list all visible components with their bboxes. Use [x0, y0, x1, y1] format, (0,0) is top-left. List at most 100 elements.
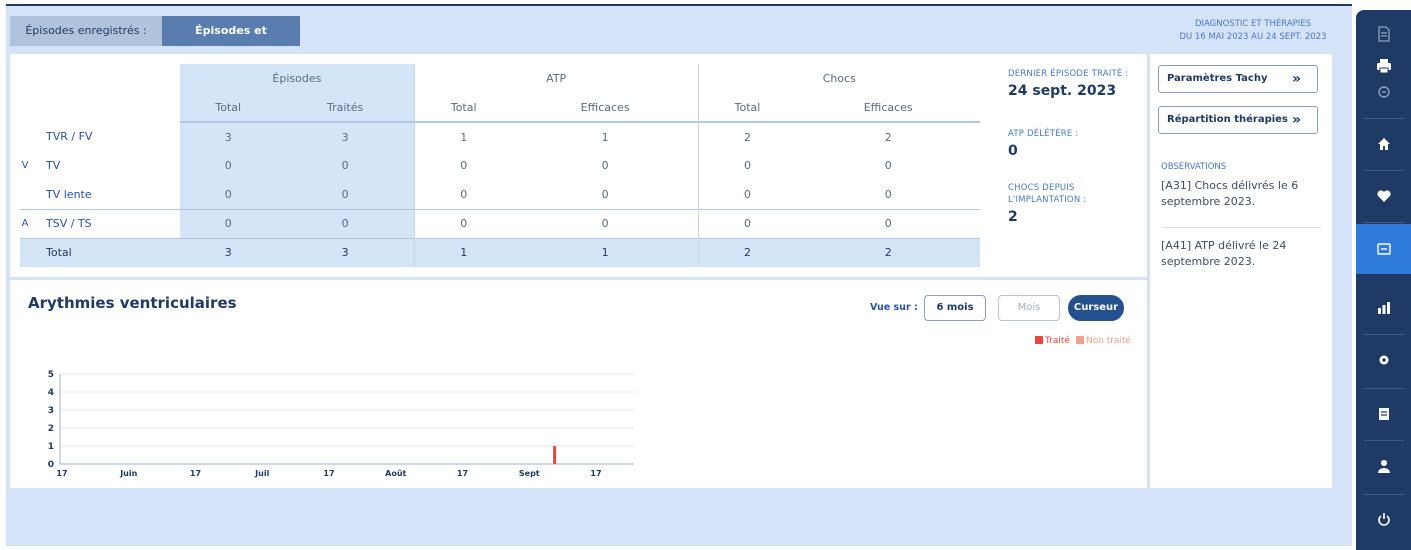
cell: 0	[180, 180, 277, 209]
cell: 0	[276, 180, 415, 209]
y-tick-label: 2	[48, 424, 54, 434]
cell: 0	[413, 151, 513, 180]
table-row: TV lente 0 0 0 0 0 0	[20, 180, 980, 209]
x-tick-label: Août	[385, 469, 406, 478]
y-tick-label: 0	[48, 460, 54, 470]
col-header: Total	[413, 93, 513, 123]
cell: 0	[601, 159, 609, 172]
chart-title: Arythmies ventriculaires	[28, 294, 237, 312]
chart-icon[interactable]	[1356, 284, 1411, 332]
episodes-icon[interactable]	[1356, 224, 1411, 274]
bar-treated	[553, 446, 557, 464]
sync-icon[interactable]	[1356, 74, 1411, 110]
col-header: Total	[697, 93, 797, 123]
cell: 3	[276, 122, 415, 151]
settings-icon[interactable]	[1356, 336, 1411, 384]
tab-recorded-episodes[interactable]: Épisodes enregistrés : 6	[10, 16, 162, 67]
chevron-right-icon: »	[1291, 71, 1301, 87]
home-icon[interactable]	[1356, 120, 1411, 168]
y-tick-label: 3	[48, 406, 54, 416]
x-tick-label: 17	[323, 469, 334, 478]
therapy-breakdown-button[interactable]: Répartition thérapies »	[1158, 106, 1318, 134]
stat-value: 24 sept. 2023	[1008, 83, 1117, 99]
stat-value: 2	[1008, 209, 1018, 225]
y-tick-label: 5	[48, 370, 54, 380]
cell: 0	[512, 208, 699, 238]
chart-legend: Traité Non traité	[1035, 336, 1131, 346]
col-header: Efficaces	[512, 93, 699, 123]
cell: 0	[697, 180, 797, 209]
group-letter-v: V	[21, 160, 29, 171]
view-label: Vue sur :	[870, 302, 918, 313]
group-header-atp: ATP	[413, 64, 699, 93]
cell: 0	[796, 208, 980, 238]
cell: 3	[180, 122, 277, 151]
col-header: Traités	[276, 93, 415, 123]
stat-atp-deleterious: ATP DÉLÉTÈRE : 0	[1008, 128, 1148, 159]
table-row: TVR / FV 3 3 1 1 2 2	[20, 122, 980, 151]
episodes-table-panel: Épisodes ATP Chocs Total Traités Total E…	[10, 54, 1147, 277]
view-month-button[interactable]: Mois	[998, 295, 1060, 321]
period-header: DIAGNOSTIC ET THÉRAPIES DU 16 MAI 2023 A…	[1168, 18, 1338, 44]
app-sidebar	[1356, 10, 1411, 550]
cell: 2	[697, 237, 797, 267]
y-tick-label: 1	[48, 442, 54, 452]
group-letter-a: A	[20, 208, 30, 238]
observations-title: OBSERVATIONS	[1161, 162, 1227, 172]
chart-panel: Arythmies ventriculaires Vue sur : 6 moi…	[10, 280, 1147, 488]
tab-episodes-therapies[interactable]: Épisodes et Thérapies	[162, 16, 300, 67]
legend-untreated: Non traité	[1075, 336, 1131, 346]
cell: 1	[413, 237, 513, 267]
x-tick-label: 17	[190, 469, 201, 478]
power-icon[interactable]	[1356, 496, 1411, 544]
legend-swatch	[1035, 336, 1043, 344]
stat-label: CHOCS DEPUIS	[1008, 183, 1075, 193]
header-period: DU 16 MAI 2023 AU 24 SEPT. 2023	[1179, 32, 1327, 42]
stat-label: DERNIER ÉPISODE TRAITÉ :	[1008, 69, 1129, 79]
x-tick-label: Sept	[519, 469, 540, 478]
x-tick-label: 17	[590, 469, 601, 478]
x-tick-label: 17	[457, 469, 468, 478]
legend-swatch	[1075, 336, 1084, 344]
tachy-params-button[interactable]: Paramètres Tachy »	[1158, 65, 1318, 93]
cell: 0	[413, 208, 513, 238]
total-row: Total 3 3 1 1 2 2	[20, 237, 980, 267]
col-header: Total	[180, 93, 277, 123]
cell: 0	[884, 159, 892, 172]
side-panel: Paramètres Tachy » Répartition thérapies…	[1150, 54, 1332, 488]
stat-shocks-since-implant: CHOCS DEPUIS L'IMPLANTATION : 2	[1008, 182, 1148, 225]
cell: 3	[180, 237, 277, 267]
group-header-episodes: Épisodes	[180, 64, 415, 93]
header-title: DIAGNOSTIC ET THÉRAPIES	[1194, 19, 1312, 29]
row-label: TV	[46, 159, 61, 172]
cursor-button[interactable]: Curseur	[1068, 295, 1124, 321]
x-tick-label: 17	[56, 469, 67, 478]
cell: 0	[697, 151, 797, 180]
cell: 1	[413, 122, 513, 151]
total-label: Total	[30, 237, 180, 267]
cell: 3	[276, 237, 415, 267]
cell: 0	[276, 151, 415, 180]
row-label: TSV / TS	[30, 208, 180, 238]
report-icon[interactable]	[1356, 390, 1411, 438]
table-row: A TSV / TS 0 0 0 0 0 0	[20, 208, 980, 238]
cell: 0	[697, 208, 797, 238]
cell: 0	[601, 187, 609, 201]
chevron-right-icon: »	[1291, 112, 1301, 128]
user-icon[interactable]	[1356, 442, 1411, 490]
cell: 0	[884, 187, 892, 201]
cell: 2	[697, 122, 797, 151]
cell: 2	[884, 130, 892, 144]
cell: 1	[601, 130, 609, 144]
tab-bar: Épisodes enregistrés : 6 Épisodes et Thé…	[10, 16, 300, 67]
heart-pulse-icon[interactable]	[1356, 172, 1411, 220]
main-frame: Épisodes enregistrés : 6 Épisodes et Thé…	[6, 4, 1352, 546]
observation-item: [A31] Chocs délivrés le 6 septembre 2023…	[1161, 179, 1299, 208]
divider	[1161, 227, 1321, 228]
view-6-months-button[interactable]: 6 mois	[924, 295, 986, 321]
x-tick-label: Juil	[254, 469, 269, 478]
cell: 2	[796, 237, 980, 267]
cell: 0	[180, 208, 277, 238]
cell: 0	[413, 180, 513, 209]
cell: 0	[276, 208, 415, 238]
